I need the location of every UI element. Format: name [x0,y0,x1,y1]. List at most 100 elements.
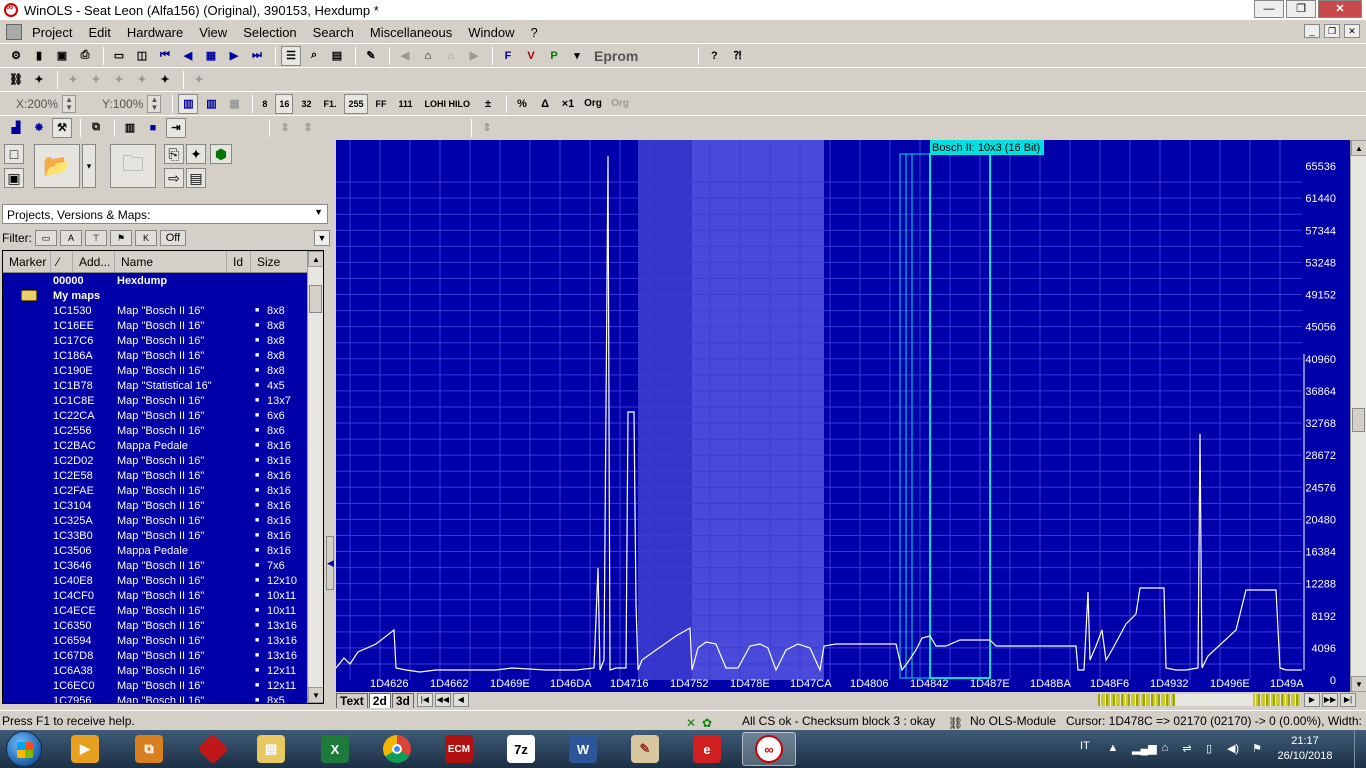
menu-view[interactable]: View [191,25,235,40]
graph-scrollbar[interactable]: ▲ ▼ [1350,140,1366,692]
graph-view[interactable]: 65536 61440 57344 53248 49152 45056 40960 36864… [336,140,1350,692]
times-one-button[interactable]: ×1 [558,94,578,114]
scroll-down-icon[interactable]: ▼ [308,687,323,703]
filter-e-icon[interactable]: K [135,230,157,246]
list-item[interactable]: 1C7956 Map "Bosch II 16" ■ 8x5 [3,693,323,704]
list-view-icon[interactable]: ☰ [281,45,301,66]
filter-off-button[interactable]: Off [160,230,186,246]
folder-disabled-icon[interactable]: 🗀 [110,144,156,188]
taskbar-ecm[interactable]: ECM [432,732,486,766]
col-marker[interactable]: Marker [3,251,51,272]
byte-order-button[interactable]: LOHI HILO [421,94,475,114]
list-item[interactable]: 1C6350 Map "Bosch II 16" ■ 13x16 [3,618,323,633]
back-arrow-icon[interactable]: ◀ [395,46,415,66]
properties-icon[interactable]: ▤ [186,168,206,188]
forward-arrow-icon[interactable]: ▶ [464,46,484,66]
p-icon[interactable]: P [544,46,564,66]
filter-dropdown-icon[interactable]: ▼ [314,230,330,246]
last-icon[interactable]: ⏭ [247,46,267,66]
filter-c-icon[interactable]: ⊤ [85,230,107,246]
list-item[interactable]: 1C325A Map "Bosch II 16" ■ 8x16 [3,513,323,528]
menu-edit[interactable]: Edit [80,25,118,40]
tools-icon[interactable]: ✎ [361,46,381,66]
list-item[interactable]: 1C3506 Mappa Pedale ■ 8x16 [3,543,323,558]
list-item[interactable]: 1C4ECE Map "Bosch II 16" ■ 10x11 [3,603,323,618]
bit16-button[interactable]: 16 [275,93,294,114]
tab-3d[interactable]: 3d [391,692,414,708]
link-icon[interactable]: ⛓ [6,70,26,90]
chart-wand-icon[interactable]: ✸ [29,118,49,138]
columns-icon[interactable]: ▥ [120,118,140,138]
import-icon[interactable]: ⎘ [164,144,184,164]
taskbar-red-app[interactable] [186,732,240,766]
tab-text[interactable]: Text [336,692,368,708]
previous-icon[interactable]: ◀ [178,46,198,66]
menu-search[interactable]: Search [305,25,362,40]
eprom-chip-icon[interactable]: ▮ [29,46,49,66]
taskbar-7zip[interactable]: 7z [494,732,548,766]
list-item[interactable]: 1C2D02 Map "Bosch II 16" ■ 8x16 [3,453,323,468]
tool-f-icon[interactable]: ✦ [189,70,209,90]
document-icon[interactable] [6,24,22,40]
list-item[interactable]: 1C2E58 Map "Bosch II 16" ■ 8x16 [3,468,323,483]
original-alt-button[interactable]: Org [608,94,632,114]
menu-selection[interactable]: Selection [235,25,304,40]
percent-button[interactable]: % [512,94,532,114]
list-item[interactable]: 1C1C8E Map "Bosch II 16" ■ 13x7 [3,393,323,408]
volume-icon[interactable]: ◀) [1226,742,1240,756]
graph-alt-icon[interactable]: ▥ [201,94,221,114]
signal-icon[interactable]: ▂▄▆ [1132,742,1157,756]
nav-last-icon[interactable]: ▶| [1340,693,1356,707]
list-item[interactable]: 1C33B0 Map "Bosch II 16" ■ 8x16 [3,528,323,543]
taskbar-installer[interactable]: ⧉ [122,732,176,766]
spin-c-icon[interactable]: ⇕ [477,118,497,138]
database-icon[interactable]: ▤ [327,46,347,66]
connect-icon[interactable]: ⌂ [418,46,438,66]
v-icon[interactable]: V [521,46,541,66]
signed-icon[interactable]: ± [478,94,498,114]
taskbar-media-player[interactable]: ▶ [58,732,112,766]
usb-icon[interactable]: ⇌ [1180,742,1194,756]
filter-a-icon[interactable]: ▭ [35,230,57,246]
list-item[interactable]: 1C190E Map "Bosch II 16" ■ 8x8 [3,363,323,378]
close-button[interactable]: ✕ [1318,0,1362,18]
list-item[interactable]: 1C2FAE Map "Bosch II 16" ■ 8x16 [3,483,323,498]
list-item[interactable]: 1C3104 Map "Bosch II 16" ■ 8x16 [3,498,323,513]
taskbar-paint[interactable]: ✎ [618,732,672,766]
menu-hardware[interactable]: Hardware [119,25,191,40]
col-id[interactable]: Id [227,251,251,272]
save-icon[interactable]: ▣ [52,46,72,66]
export-icon[interactable]: ⇨ [164,168,184,188]
disconnect-icon[interactable]: ⌂ [441,46,461,66]
window-icon[interactable]: ▭ [109,46,129,66]
list-item[interactable]: 1C22CA Map "Bosch II 16" ■ 6x6 [3,408,323,423]
help-icon[interactable]: ? [704,46,724,66]
list-item[interactable]: 1C17C6 Map "Bosch II 16" ■ 8x8 [3,333,323,348]
overview-strip[interactable] [1098,694,1302,706]
float-button[interactable]: F1. [319,94,340,114]
list-item[interactable]: 1C6594 Map "Bosch II 16" ■ 13x16 [3,633,323,648]
list-item[interactable]: 1C2BAC Mappa Pedale ■ 8x16 [3,438,323,453]
spin-a-icon[interactable]: ⇕ [275,118,295,138]
zoom-x-spinner[interactable]: ▲ ▼ [62,94,77,113]
nav-forward-icon[interactable]: ▶ [1304,693,1320,707]
taskbar-word[interactable]: W [556,732,610,766]
scroll-up-icon[interactable]: ▲ [1351,140,1366,156]
list-item[interactable]: 1C1530 Map "Bosch II 16" ■ 8x8 [3,303,323,318]
list-item[interactable]: 1C186A Map "Bosch II 16" ■ 8x8 [3,348,323,363]
tool-b-icon[interactable]: ✦ [86,70,106,90]
clock[interactable]: 21:17 26/10/2018 [1270,734,1340,764]
list-item[interactable]: 00000 Hexdump [3,273,323,288]
filter-d-icon[interactable]: ⚑ [110,230,132,246]
next-icon[interactable]: ▶ [224,46,244,66]
bit8-button[interactable]: 8 [258,94,271,114]
tool-c-icon[interactable]: ✦ [109,70,129,90]
list-item[interactable]: 1C1B78 Map "Statistical 16" ■ 4x5 [3,378,323,393]
security-icon[interactable]: ⚑ [1250,742,1264,756]
network-tray-icon[interactable]: ⌂ [1158,742,1172,756]
bit32-button[interactable]: 32 [297,94,315,114]
col-sort[interactable]: ⁄ [51,251,73,272]
list-item[interactable]: 1C4CF0 Map "Bosch II 16" ■ 10x11 [3,588,323,603]
panel-splitter[interactable]: ◀ [326,536,334,590]
original-button[interactable]: Org [581,94,605,114]
